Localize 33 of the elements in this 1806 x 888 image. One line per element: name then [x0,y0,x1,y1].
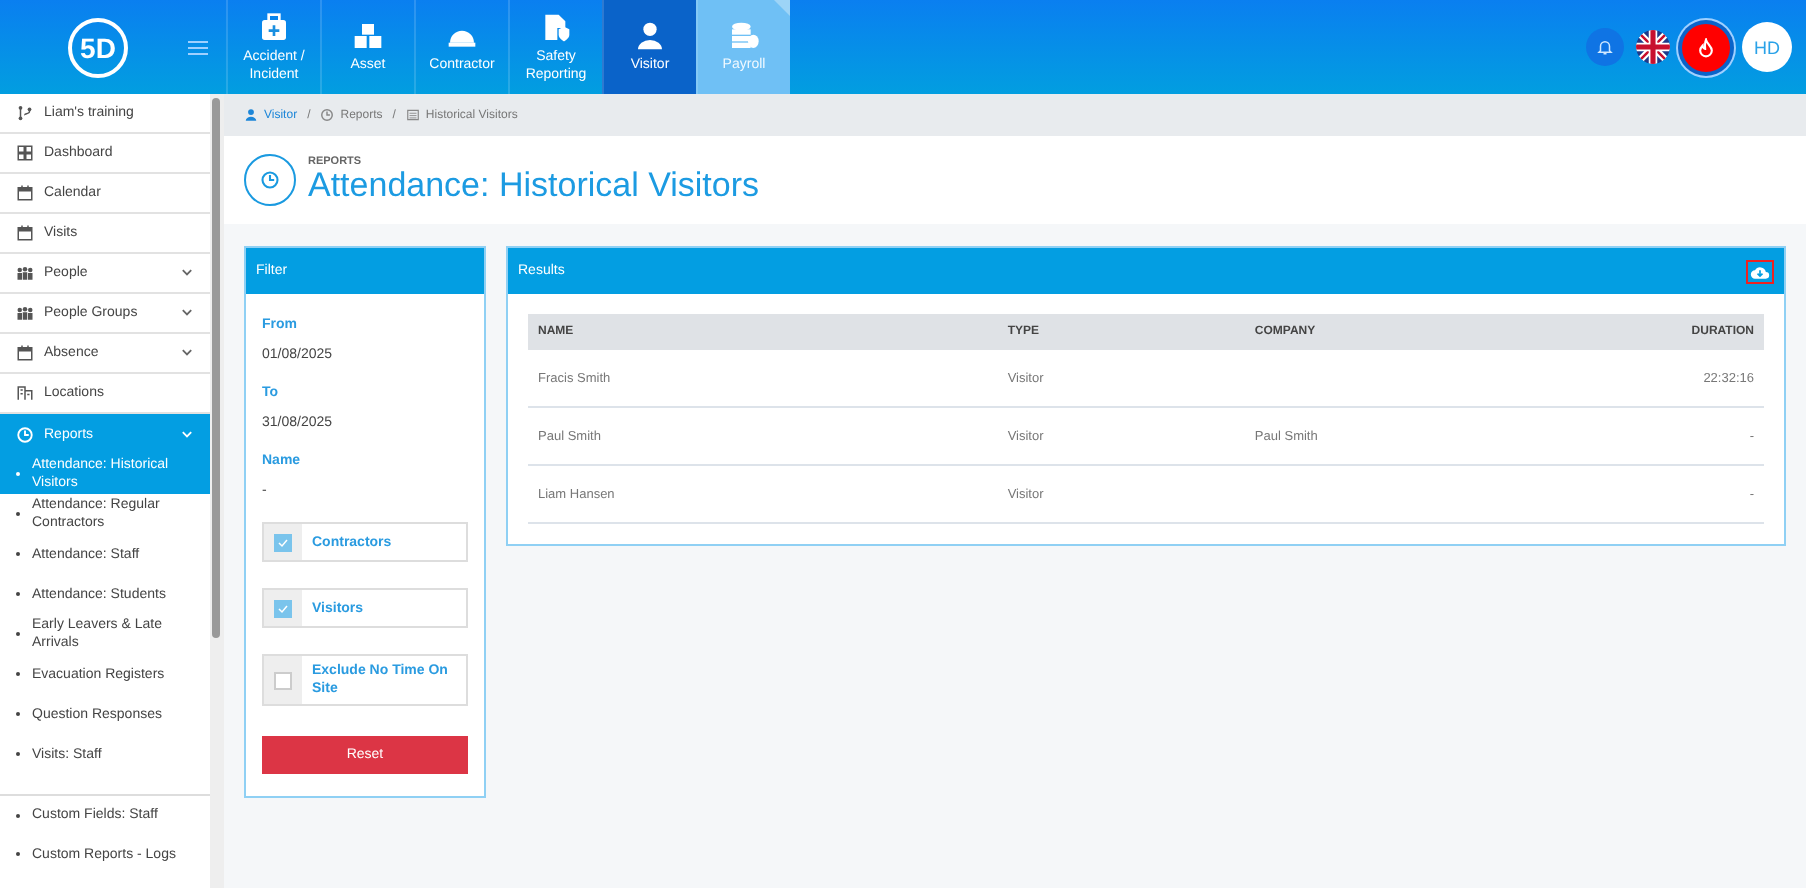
person-icon [634,20,666,52]
checkbox[interactable] [274,599,292,617]
notification-bell-icon[interactable] [1586,28,1624,66]
calendar-icon [16,184,34,202]
cloud-download-icon[interactable] [1746,259,1774,283]
building-icon [16,384,34,402]
menu-icon[interactable] [186,35,210,59]
boxes-icon [352,20,384,52]
chevron-down-icon [180,346,194,360]
list-icon [405,108,420,122]
clock-icon [16,425,34,443]
checkbox[interactable] [274,533,292,551]
chevron-down-icon [180,266,194,280]
people-icon [16,264,34,282]
checkbox[interactable] [274,671,292,689]
page-title: Attendance: Historical Visitors [308,168,760,204]
flag-icon[interactable] [1636,30,1670,64]
person-icon [244,108,258,122]
clock-glyph-icon [260,170,280,190]
coins-icon [728,20,760,52]
grid-icon [16,144,34,162]
flame-icon[interactable] [1682,23,1730,71]
medical-kit-icon [258,11,290,43]
logo: 5D [68,17,128,77]
chevron-down-icon [180,427,194,441]
calendar-icon [16,224,34,242]
people-icon [16,304,34,322]
branch-icon [16,104,34,122]
document-shield-icon [540,11,572,43]
calendar-icon [16,344,34,362]
scrollbar-thumb[interactable] [212,98,220,638]
clock-icon [320,108,335,122]
chevron-down-icon [180,306,194,320]
